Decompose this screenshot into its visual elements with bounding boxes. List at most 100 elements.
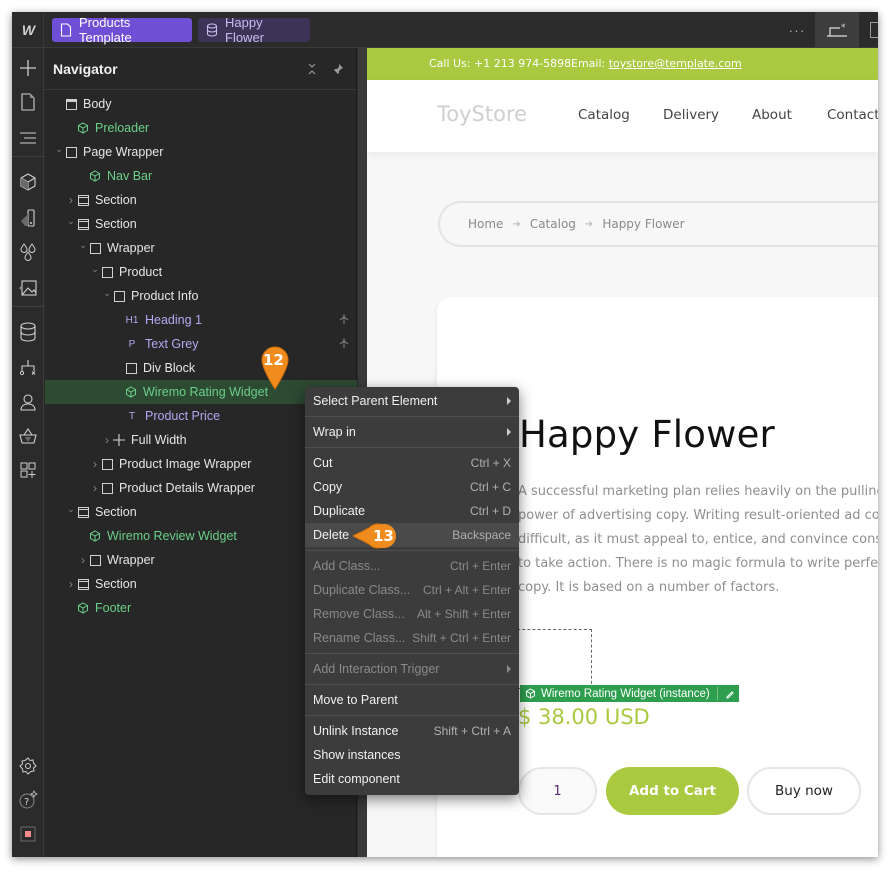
site-brand[interactable]: ToyStore (437, 102, 527, 126)
tab-happy-flower[interactable]: Happy Flower (198, 15, 310, 45)
navigator-item-label: Full Width (131, 433, 187, 447)
chevron-down-icon[interactable]: ⌄ (89, 264, 101, 275)
menu-separator (305, 715, 519, 716)
navigator-item[interactable]: H1 Heading 1 (45, 308, 357, 332)
menu-item-select-parent-element[interactable]: Select Parent Element (305, 389, 519, 413)
svg-text:*: * (841, 23, 846, 33)
help-icon[interactable]: ? (12, 786, 44, 814)
edit-pencil-icon[interactable] (725, 689, 735, 699)
logic-icon[interactable] (12, 354, 44, 382)
menu-item-wrap-in[interactable]: Wrap in (305, 420, 519, 444)
chevron-down-icon[interactable]: ⌄ (77, 240, 89, 251)
breadcrumb-catalog[interactable]: Catalog (530, 217, 576, 231)
tab-label: Products Template (79, 15, 132, 45)
navigator-item[interactable]: Nav Bar (45, 164, 357, 188)
pin-icon[interactable] (328, 59, 348, 79)
chevron-down-icon[interactable]: ⌄ (101, 288, 113, 299)
buy-now-button[interactable]: Buy now (747, 767, 861, 815)
navigator-item[interactable]: Body (45, 92, 357, 116)
menu-item-unlink-instance[interactable]: Unlink Instance Shift + Ctrl + A (305, 719, 519, 743)
styles-icon[interactable] (12, 204, 44, 232)
email-text: Email: toystore@template.com (571, 57, 742, 70)
navigator-item[interactable]: Div Block (45, 356, 357, 380)
logo-text: W (21, 22, 35, 38)
components-icon[interactable] (12, 168, 44, 196)
chevron-down-icon[interactable]: ⌄ (65, 504, 77, 515)
rail-divider (12, 306, 44, 307)
component-icon (77, 602, 89, 614)
settings-icon[interactable] (12, 752, 44, 780)
quantity-input[interactable]: 1 (518, 767, 597, 815)
div-block-icon (89, 242, 101, 254)
navigator-item[interactable]: P Text Grey (45, 332, 357, 356)
menu-item-move-to-parent[interactable]: Move to Parent (305, 688, 519, 712)
status-icon[interactable] (12, 820, 44, 848)
chevron-right-icon[interactable]: › (77, 553, 89, 567)
preview-button[interactable]: * (815, 12, 859, 48)
menu-item-duplicate[interactable]: Duplicate Ctrl + D (305, 499, 519, 523)
add-icon[interactable] (12, 54, 44, 82)
email-link[interactable]: toystore@template.com (609, 57, 742, 70)
div-block-icon (101, 482, 113, 494)
menu-item-show-instances[interactable]: Show instances (305, 743, 519, 767)
navigator-item-label: Wrapper (107, 553, 155, 567)
menu-item-copy[interactable]: Copy Ctrl + C (305, 475, 519, 499)
chevron-down-icon[interactable]: ⌄ (53, 144, 65, 155)
component-icon (89, 530, 101, 542)
breadcrumb-home[interactable]: Home (468, 217, 503, 231)
product-price[interactable]: $ 38.00 USD (518, 705, 650, 729)
rail-divider (12, 156, 44, 157)
variables-icon[interactable] (12, 238, 44, 266)
navigator-item-label: Product Price (145, 409, 221, 423)
navigator-item-label: Page Wrapper (83, 145, 164, 159)
menu-catalog[interactable]: Catalog (578, 107, 630, 123)
navigator-item[interactable]: ⌄ Section (45, 212, 357, 236)
menu-item-edit-component[interactable]: Edit component (305, 767, 519, 791)
collapse-all-icon[interactable] (302, 59, 322, 79)
add-to-cart-button[interactable]: Add to Cart (606, 767, 739, 815)
navigator-item-label: Product Details Wrapper (119, 481, 255, 495)
selected-element-badge[interactable]: Wiremo Rating Widget (instance) (520, 685, 739, 702)
menu-item-label: Add Interaction Trigger (313, 662, 440, 676)
navigator-item[interactable]: ⌄ Wrapper (45, 236, 357, 260)
product-description[interactable]: A successful marketing plan relies heavi… (518, 480, 878, 600)
navigator-item[interactable]: ⌄ Product (45, 260, 357, 284)
top-bar: W Products Template Happy Flower ··· * (12, 12, 878, 48)
chevron-down-icon[interactable]: ⌄ (65, 216, 77, 227)
menu-contact[interactable]: Contact (827, 107, 878, 123)
chevron-right-icon[interactable]: › (65, 193, 77, 207)
right-panel-toggle[interactable] (870, 22, 878, 38)
navigator-item[interactable]: › Section (45, 188, 357, 212)
tab-label: Happy Flower (225, 15, 265, 45)
pages-icon[interactable] (12, 88, 44, 116)
assets-icon[interactable] (12, 274, 44, 302)
chevron-right-icon[interactable]: › (89, 481, 101, 495)
menu-about[interactable]: About (752, 107, 792, 123)
tab-products-template[interactable]: Products Template (52, 15, 192, 45)
navigator-item-label: Section (95, 193, 137, 207)
menu-item-label: Select Parent Element (313, 394, 438, 408)
ecommerce-icon[interactable] (12, 422, 44, 450)
navigator-item[interactable]: ⌄ Page Wrapper (45, 140, 357, 164)
chevron-right-icon[interactable]: › (65, 577, 77, 591)
navigator-item[interactable]: ⌄ Product Info (45, 284, 357, 308)
users-icon[interactable] (12, 388, 44, 416)
apps-icon[interactable] (12, 456, 44, 484)
menu-item-shortcut: Alt + Shift + Enter (416, 607, 511, 621)
more-options-button[interactable]: ··· (782, 12, 812, 48)
menu-item-cut[interactable]: Cut Ctrl + X (305, 451, 519, 475)
cms-icon[interactable] (12, 318, 44, 346)
description-line: difficult, as it must appeal to, entice,… (518, 532, 878, 547)
product-title[interactable]: Happy Flower (519, 413, 775, 456)
navigator-icon[interactable] (12, 124, 44, 152)
navigator-item[interactable]: Preloader (45, 116, 357, 140)
menu-item-label: Rename Class... (313, 631, 406, 645)
context-menu: Select Parent Element Wrap in Cut Ctrl + XC… (305, 387, 519, 795)
rating-widget-placeholder[interactable] (512, 629, 592, 689)
webflow-logo[interactable]: W (12, 12, 44, 48)
menu-separator (305, 684, 519, 685)
menu-item-delete[interactable]: Delete Backspace (305, 523, 519, 547)
chevron-right-icon[interactable]: › (89, 457, 101, 471)
chevron-right-icon[interactable]: › (101, 433, 113, 447)
menu-delivery[interactable]: Delivery (663, 107, 719, 123)
